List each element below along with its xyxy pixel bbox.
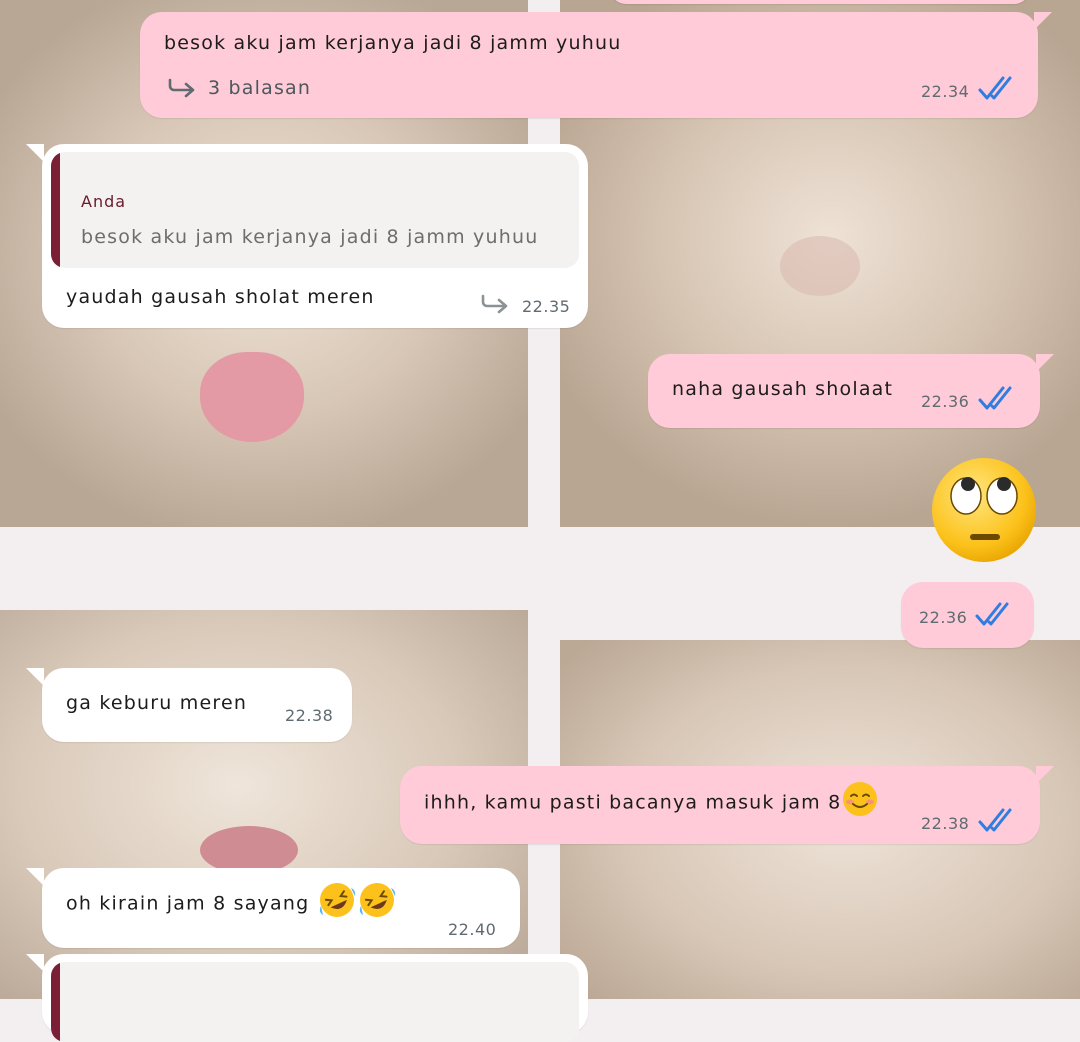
read-receipt-icon bbox=[978, 76, 1012, 100]
quote-text: besok aku jam kerjanya jadi 8 jamm yuhuu bbox=[81, 226, 539, 248]
message-time: 22.35 bbox=[522, 297, 571, 316]
rolling-on-the-floor-laughing-emoji bbox=[359, 883, 395, 917]
face-with-rolling-eyes-emoji[interactable] bbox=[930, 456, 1038, 564]
bubble-tail bbox=[26, 954, 44, 972]
read-receipt-icon bbox=[975, 602, 1009, 626]
bubble-tail bbox=[26, 144, 44, 162]
read-receipt-icon bbox=[978, 386, 1012, 410]
message-bubble-incoming[interactable]: ga keburu meren 22.38 bbox=[26, 668, 352, 742]
message-content: oh kirain jam 8 sayang bbox=[66, 883, 397, 920]
replies-count-label: 3 balasan bbox=[208, 77, 312, 99]
message-text: yaudah gausah sholat meren bbox=[66, 286, 375, 308]
message-time: 22.36 bbox=[919, 608, 968, 627]
quote-accent-bar bbox=[51, 962, 60, 1042]
message-bubble-partial[interactable] bbox=[610, 0, 1030, 4]
wallpaper-rabbit-nose bbox=[780, 236, 860, 296]
bubble-tail bbox=[1034, 12, 1052, 30]
read-receipt-icon bbox=[978, 808, 1012, 832]
message-text: ihhh, kamu pasti bacanya masuk jam 8 bbox=[424, 791, 842, 814]
bubble-tail bbox=[26, 668, 44, 686]
reply-arrow-icon bbox=[481, 294, 508, 314]
message-time: 22.38 bbox=[921, 814, 970, 833]
message-time: 22.38 bbox=[285, 706, 334, 725]
message-bubble-outgoing[interactable]: naha gausah sholaat 22.36 bbox=[648, 354, 1054, 428]
reply-arrow-icon bbox=[168, 78, 195, 98]
quote-accent-bar bbox=[51, 152, 60, 268]
bubble-tail bbox=[1036, 354, 1054, 372]
message-bubble-outgoing[interactable]: besok aku jam kerjanya jadi 8 jamm yuhuu… bbox=[140, 12, 1052, 118]
wallpaper-rabbit-nose bbox=[200, 826, 298, 874]
message-status-bubble[interactable]: 22.36 bbox=[901, 582, 1034, 648]
wallpaper-rabbit-tongue bbox=[200, 352, 304, 442]
message-time: 22.40 bbox=[448, 920, 497, 939]
smiling-face-emoji bbox=[843, 782, 878, 816]
bubble-tail bbox=[1036, 766, 1054, 784]
quoted-message[interactable] bbox=[51, 962, 579, 1042]
message-time: 22.34 bbox=[921, 82, 970, 101]
quote-author: Anda bbox=[81, 192, 127, 211]
rolling-on-the-floor-laughing-emoji bbox=[319, 883, 355, 917]
message-text: oh kirain jam 8 sayang bbox=[66, 892, 310, 915]
bubble-tail bbox=[26, 868, 44, 886]
message-text: besok aku jam kerjanya jadi 8 jamm yuhuu bbox=[164, 32, 622, 54]
message-text: naha gausah sholaat bbox=[672, 378, 894, 400]
message-bubble-incoming[interactable]: oh kirain jam 8 sayang 22.40 bbox=[26, 868, 520, 948]
message-bubble-outgoing[interactable]: ihhh, kamu pasti bacanya masuk jam 8 22.… bbox=[400, 766, 1054, 844]
message-bubble-incoming[interactable]: Anda besok aku jam kerjanya jadi 8 jamm … bbox=[26, 144, 588, 328]
message-time: 22.36 bbox=[921, 392, 970, 411]
quoted-message[interactable]: Anda besok aku jam kerjanya jadi 8 jamm … bbox=[51, 152, 579, 268]
message-bubble-partial[interactable] bbox=[26, 954, 588, 1042]
message-content: ihhh, kamu pasti bacanya masuk jam 8 bbox=[424, 782, 879, 818]
message-text: ga keburu meren bbox=[66, 692, 248, 714]
